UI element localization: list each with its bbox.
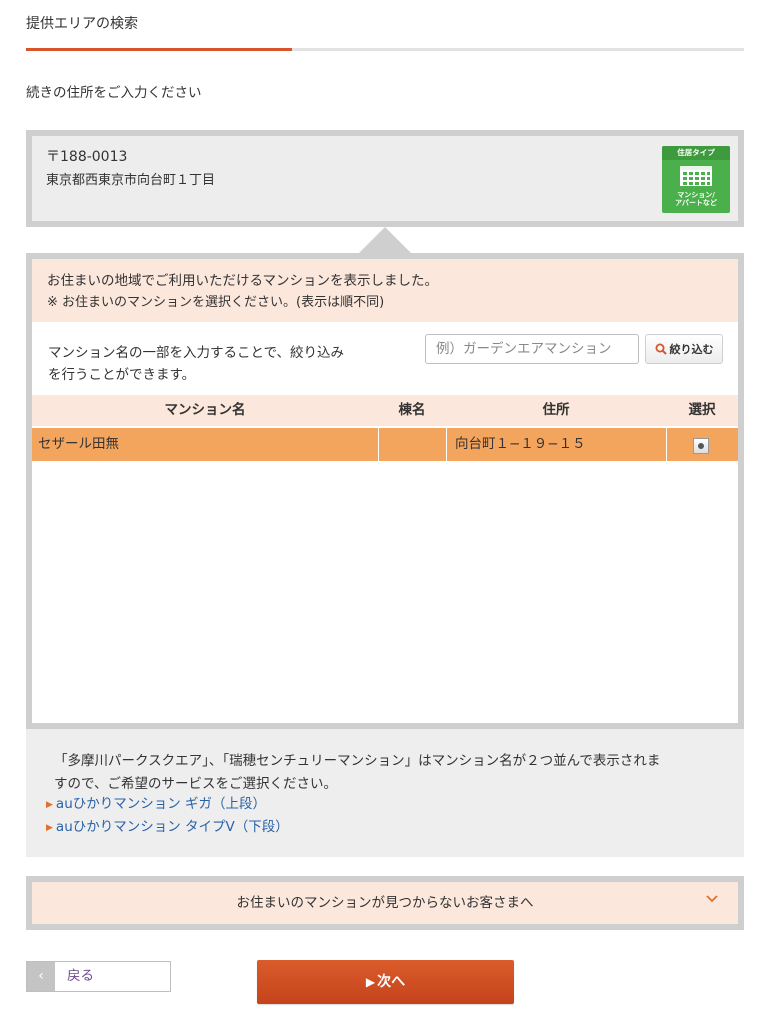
residence-type-label: マンション/ アパートなど [662,191,730,207]
result-notice: お住まいの地域でご利用いただけるマンションを表示しました。 ※ お住まいのマンシ… [32,259,738,322]
cell-address: 向台町１−１９−１５ [446,428,666,461]
filter-button[interactable]: 絞り込む [645,334,723,364]
select-radio[interactable] [693,438,709,454]
cell-building [378,428,446,461]
instruction-text: 続きの住所をご入力ください [26,85,202,101]
postal-code: 〒188-0013 [46,149,128,165]
search-icon [655,343,667,355]
filter-button-label: 絞り込む [669,343,714,356]
triangle-right-icon: ▶ [46,823,53,833]
info-panel: 「多摩川パークスクエア」、「瑞穂センチュリーマンション」はマンション名が２つ並ん… [26,729,744,857]
column-header-name: マンション名 [164,402,246,418]
notice-line1: お住まいの地域でご利用いただけるマンションを表示しました。 [47,273,438,289]
column-header-building: 棟名 [398,402,426,418]
radio-selected-dot [698,443,704,449]
residence-type-badge: 住居タイプ マンション/ アパートなど [662,146,730,213]
progress-bar [26,48,744,51]
table-header: マンション名 棟名 住所 選択 [32,395,738,426]
link-label: auひかりマンション ギガ（上段） [55,796,267,812]
link-au-hikari-type-v[interactable]: ▶ auひかりマンション タイプV（下段） [46,815,289,835]
mansion-name-input[interactable] [425,334,639,364]
not-found-accordion[interactable]: お住まいのマンションが見つからないお客さまへ [26,876,744,930]
residence-type-heading: 住居タイプ [662,146,730,160]
residence-type-label-line2: アパートなど [675,199,717,207]
page-title: 提供エリアの検索 [26,16,138,32]
filter-description-line1: マンション名の一部を入力することで、絞り込み [48,345,345,361]
link-label: auひかりマンション タイプV（下段） [55,819,289,835]
chevron-left-icon: ‹ [27,962,55,991]
progress-fill [26,48,292,51]
next-button[interactable]: ▶ 次へ [257,960,514,1004]
chevron-down-icon [706,895,718,903]
next-button-label: 次へ [377,974,406,990]
filter-description: マンション名の一部を入力することで、絞り込み を行うことができます。 [48,342,388,386]
info-text: 「多摩川パークスクエア」、「瑞穂センチュリーマンション」はマンション名が２つ並ん… [54,750,726,796]
filter-description-line2: を行うことができます。 [48,367,196,383]
column-header-address: 住所 [542,402,570,418]
column-header-select: 選択 [688,402,716,418]
play-triangle-icon: ▶ [365,975,376,989]
link-au-hikari-giga[interactable]: ▶ auひかりマンション ギガ（上段） [46,792,266,812]
back-button-label: 戻る [67,968,94,984]
table-row[interactable]: セザール田無 向台町１−１９−１５ [32,428,738,461]
mansion-list-panel [26,253,744,729]
building-icon [680,166,712,186]
notice-line2: ※ お住まいのマンションを選択ください。(表示は順不同) [47,295,385,310]
cell-mansion-name: セザール田無 [38,436,119,452]
triangle-right-icon: ▶ [46,800,53,810]
accordion-label: お住まいのマンションが見つからないお客さまへ [236,895,534,911]
pointer-triangle [357,227,413,255]
address-line: 東京都西東京市向台町１丁目 [46,173,216,188]
info-text-line1: 「多摩川パークスクエア」、「瑞穂センチュリーマンション」はマンション名が２つ並ん… [54,753,661,769]
residence-type-label-line1: マンション/ [677,191,715,199]
back-button[interactable]: ‹ 戻る [26,961,171,992]
